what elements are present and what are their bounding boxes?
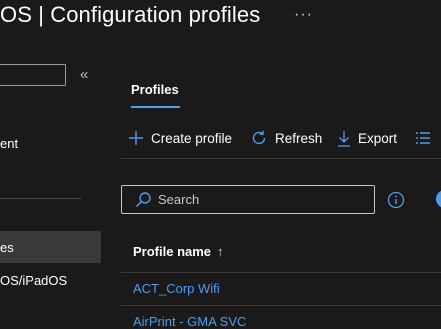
table-row-divider [121,305,441,306]
sidebar-divider [0,198,81,199]
table-header-divider [121,272,441,273]
tab-active-indicator [131,106,180,108]
column-header-profile-name[interactable]: Profile name ↑ [133,244,224,259]
export-button[interactable]: Export [337,128,397,148]
refresh-button[interactable]: Refresh [250,128,322,148]
download-icon [338,130,350,147]
search-box[interactable] [121,185,375,214]
search-icon [135,192,151,208]
info-icon[interactable] [387,191,405,209]
sort-ascending-icon: ↑ [217,244,224,259]
page-title: OS | Configuration profiles [0,2,261,27]
list-columns-icon [416,132,430,144]
column-header-label: Profile name [133,244,212,259]
refresh-label: Refresh [275,130,323,146]
table-row-link[interactable]: AirPrint - GMA SVC [133,314,246,329]
plus-icon [129,131,143,145]
create-profile-button[interactable]: Create profile [128,128,232,148]
create-profile-label: Create profile [151,130,233,146]
columns-button[interactable] [415,128,438,148]
collapse-sidebar-button[interactable]: « [80,66,88,83]
tab-profiles[interactable]: Profiles [131,82,179,97]
sidebar-item-profiles[interactable]: es [0,240,14,255]
export-label: Export [358,130,398,146]
sidebar-item-selected-bg [0,231,101,263]
more-options-button[interactable]: ··· [294,6,313,24]
sidebar-search-input[interactable] [0,64,66,86]
search-input[interactable] [158,192,358,207]
refresh-icon [252,130,266,145]
filter-icon[interactable] [436,190,441,208]
table-row-link[interactable]: ACT_Corp Wifi [133,281,220,296]
toolbar-divider [121,158,441,159]
sidebar-item-management[interactable]: ent [0,136,18,151]
sidebar-item-ios-ipados[interactable]: OS/iPadOS [0,273,67,288]
